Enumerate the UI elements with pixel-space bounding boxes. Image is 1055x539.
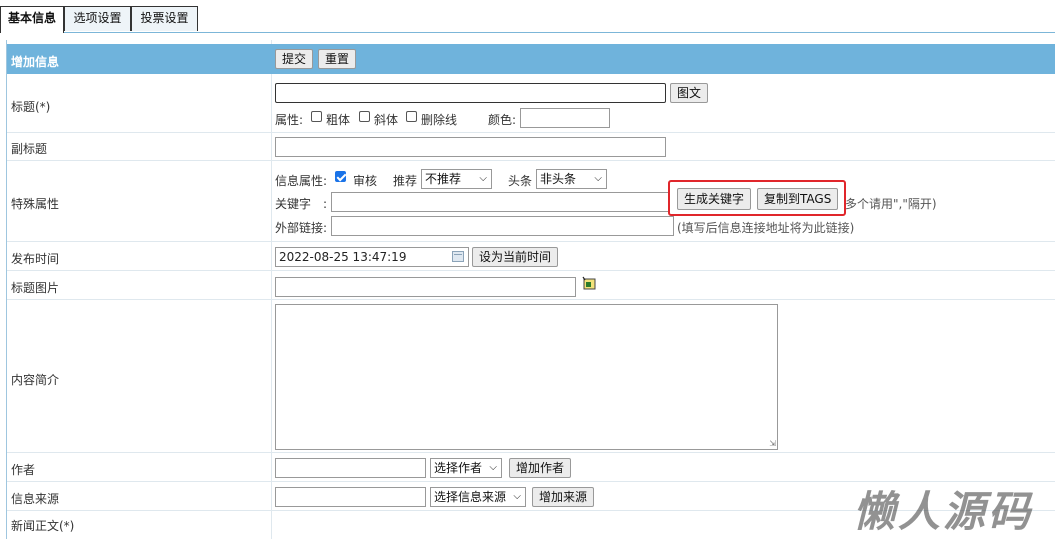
add-source-button[interactable]: 增加来源: [532, 487, 595, 507]
review-checkbox[interactable]: [335, 171, 346, 182]
resize-handle-icon[interactable]: ⇲: [769, 439, 776, 448]
keyword-label: 关键字 :: [275, 197, 328, 211]
special-attr-row: 特殊属性 信息属性: 审核 推荐 不推荐 ⌵ 头条 非头条 ⌵ 关键字 : 生成…: [7, 161, 1055, 242]
set-current-time-button[interactable]: 设为当前时间: [472, 247, 559, 267]
italic-label: 斜体: [374, 113, 399, 127]
add-author-button[interactable]: 增加作者: [509, 458, 572, 478]
summary-row: 内容简介 ⇲: [7, 300, 1055, 453]
subtitle-row: 副标题: [7, 133, 1055, 161]
subtitle-input[interactable]: [275, 137, 666, 157]
strike-label: 删除线: [421, 113, 458, 127]
source-select[interactable]: 选择信息来源 ⌵: [430, 487, 526, 507]
author-label: 作者: [11, 463, 36, 477]
chevron-down-icon: ⌵: [489, 462, 497, 473]
title-image-input[interactable]: [275, 277, 576, 297]
image-picker-icon[interactable]: [582, 276, 596, 290]
author-input[interactable]: [275, 458, 426, 478]
strike-checkbox[interactable]: [406, 111, 417, 122]
title-image-label: 标题图片: [11, 281, 60, 295]
watermark: 懒人源码: [853, 487, 1034, 536]
publish-time-input[interactable]: 2022-08-25 13:47:19: [275, 247, 469, 267]
bold-label: 粗体: [326, 113, 351, 127]
calendar-icon[interactable]: [452, 251, 464, 262]
title-input[interactable]: [275, 83, 666, 103]
info-attr-label: 信息属性:: [275, 174, 328, 188]
headline-select-value: 非头条: [540, 172, 577, 186]
color-label: 颜色:: [488, 113, 517, 127]
external-link-input[interactable]: [331, 216, 674, 236]
chevron-down-icon: ⌵: [513, 491, 521, 502]
summary-label: 内容简介: [11, 373, 60, 387]
title-image-row: 标题图片: [7, 271, 1055, 300]
source-label: 信息来源: [11, 492, 60, 506]
title-row: 标题(*) 图文 属性: 粗体 斜体 删除线 颜色:: [7, 74, 1055, 133]
form-header: 增加信息 提交 重置: [7, 44, 1055, 74]
submit-button[interactable]: 提交: [275, 49, 314, 69]
info-form: 增加信息 提交 重置 标题(*) 图文 属性: 粗体 斜体 删除线 颜色: 副标…: [6, 40, 1055, 539]
tab-bar: 基本信息 选项设置 投票设置: [0, 6, 1055, 33]
external-link-label: 外部链接:: [275, 221, 328, 235]
keyword-hint: 多个请用","隔开): [845, 197, 937, 211]
chevron-down-icon: ⌵: [479, 173, 487, 184]
form-title: 增加信息: [11, 55, 60, 69]
headline-select[interactable]: 非头条 ⌵: [536, 169, 607, 189]
review-label: 审核: [353, 174, 378, 188]
bold-checkbox[interactable]: [311, 111, 322, 122]
headline-label: 头条: [508, 174, 533, 188]
content-label: 新闻正文(*): [11, 519, 75, 533]
reset-button[interactable]: 重置: [318, 49, 357, 69]
source-input[interactable]: [275, 487, 426, 507]
author-select-value: 选择作者: [434, 461, 483, 475]
author-select[interactable]: 选择作者 ⌵: [430, 458, 502, 478]
generate-keyword-button[interactable]: 生成关键字: [677, 188, 752, 210]
tab-basic-info[interactable]: 基本信息: [0, 6, 64, 33]
recommend-select[interactable]: 不推荐 ⌵: [421, 169, 492, 189]
attr-label: 属性:: [275, 113, 304, 127]
copy-to-tags-button[interactable]: 复制到TAGS: [757, 188, 839, 210]
tab-vote[interactable]: 投票设置: [131, 6, 198, 31]
italic-checkbox[interactable]: [359, 111, 370, 122]
image-text-button[interactable]: 图文: [670, 83, 709, 103]
recommend-label: 推荐: [393, 174, 418, 188]
color-input[interactable]: [520, 108, 610, 128]
chevron-down-icon: ⌵: [594, 173, 602, 184]
tab-options[interactable]: 选项设置: [64, 6, 131, 31]
external-link-hint: (填写后信息连接地址将为此链接): [677, 221, 855, 235]
publish-time-row: 发布时间 2022-08-25 13:47:19 设为当前时间: [7, 242, 1055, 271]
recommend-select-value: 不推荐: [425, 172, 462, 186]
source-select-value: 选择信息来源: [434, 490, 507, 504]
keyword-input[interactable]: [331, 192, 669, 212]
publish-time-label: 发布时间: [11, 252, 60, 266]
publish-time-value: 2022-08-25 13:47:19: [279, 250, 407, 264]
title-label: 标题(*): [11, 100, 51, 114]
summary-textarea[interactable]: ⇲: [275, 304, 778, 450]
subtitle-label: 副标题: [11, 142, 48, 156]
special-attr-label: 特殊属性: [11, 197, 60, 211]
